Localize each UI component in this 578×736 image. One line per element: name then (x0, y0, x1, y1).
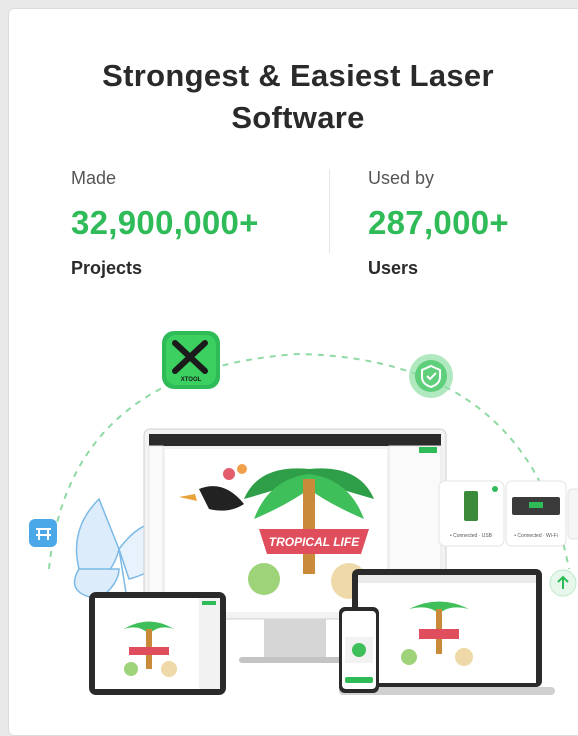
device-card-3 (567, 488, 578, 540)
stat-divider (329, 169, 330, 253)
title-line-1: Strongest & Easiest Laser (102, 58, 494, 93)
stat-label: Used by (368, 168, 435, 188)
stat-label: Made (71, 168, 117, 188)
banner-text: TROPICAL LIFE (269, 535, 360, 549)
stat-unit: Projects (71, 258, 143, 278)
stat-value: 32,900,000+ (71, 204, 259, 241)
software-illustration: XTOOL TROPICAL LIFE • Connected · USB • … (29, 331, 578, 695)
promo-title: Strongest & Easiest Laser Software (9, 55, 578, 139)
stat-projects: Made 32,900,000+ Projects (71, 167, 259, 279)
device-card-2: • Connected · Wi-Fi (505, 480, 567, 547)
xtool-app-icon: XTOOL (162, 331, 220, 389)
app-icon-label: XTOOL (181, 377, 202, 383)
promo-card: Strongest & Easiest Laser Software Made … (8, 8, 578, 736)
device-status: • Connected · USB (450, 533, 493, 539)
title-line-2: Software (231, 100, 365, 135)
device-status: • Connected · Wi-Fi (514, 533, 557, 539)
tablet (89, 592, 226, 695)
shield-icon (409, 354, 453, 398)
laser-machine-icon (29, 519, 57, 547)
device-card-1: • Connected · USB (438, 480, 505, 547)
stat-unit: Users (368, 258, 419, 278)
stat-users: Used by 287,000+ Users (368, 167, 509, 279)
phone (339, 607, 379, 693)
stat-value: 287,000+ (368, 204, 509, 241)
cloud-upload-icon (549, 569, 577, 597)
